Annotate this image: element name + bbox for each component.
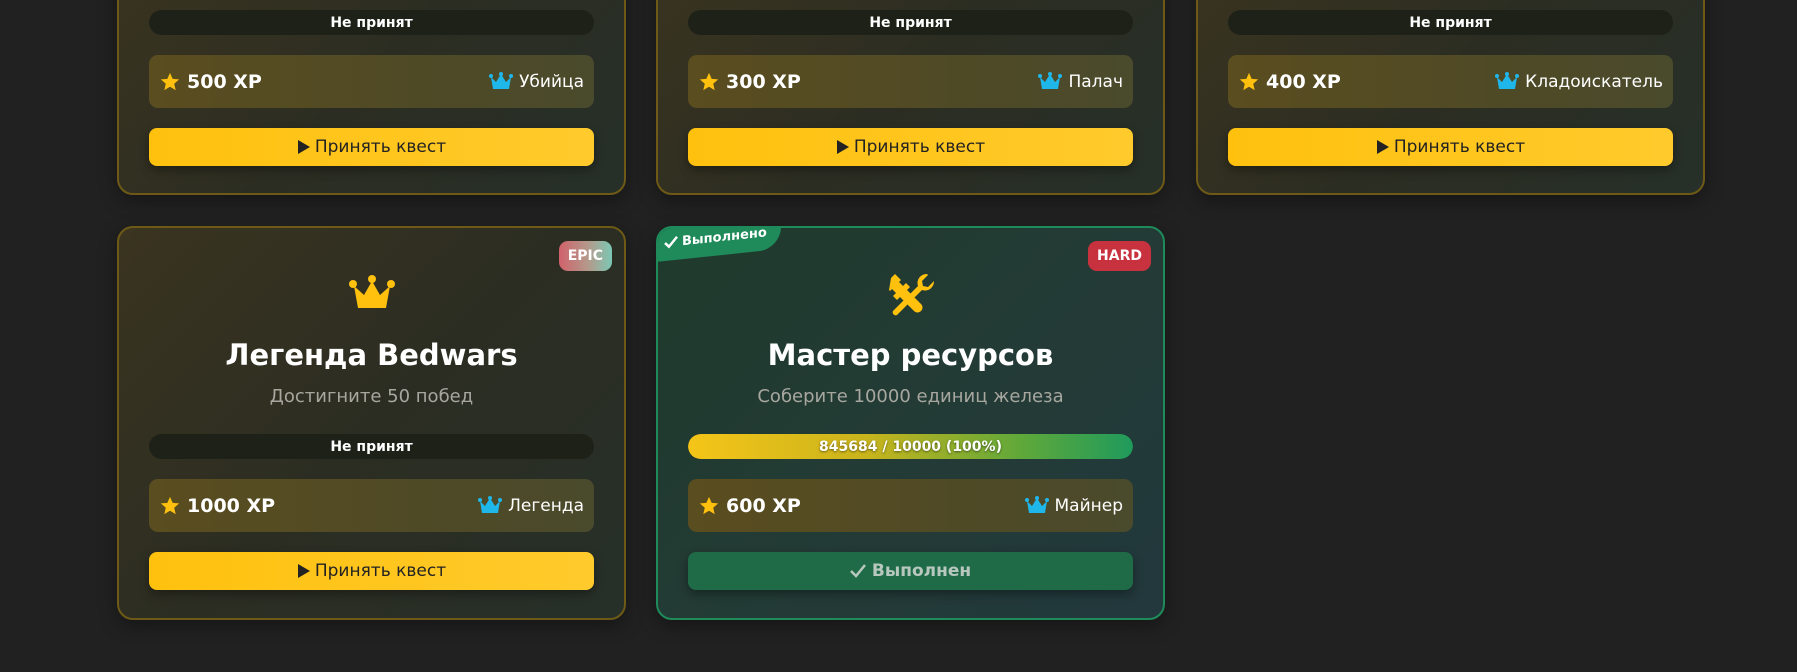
star-icon <box>699 72 719 90</box>
title-reward-label: Легенда <box>508 495 584 516</box>
reward-row: 400 XP Кладоискатель <box>1228 55 1673 108</box>
title-reward: Убийца <box>489 71 584 92</box>
crown-icon <box>348 275 395 308</box>
title-reward: Майнер <box>1024 495 1124 516</box>
title-reward: Палач <box>1038 71 1123 92</box>
completed-ribbon: Выполнено <box>658 226 781 262</box>
reward-row: 1000 XP Легенда <box>149 479 594 532</box>
xp-value: 600 XP <box>726 494 801 517</box>
xp-reward: 600 XP <box>698 495 801 517</box>
xp-reward: 500 XP <box>159 71 262 93</box>
quest-card-legend: EPIC Легенда Bedwars Достигните 50 побед… <box>117 226 626 620</box>
reward-row: 300 XP Палач <box>688 55 1133 108</box>
play-icon <box>1376 140 1389 154</box>
quest-card-1: Не принят 500 XP Убийца Принять квест <box>117 0 626 195</box>
quest-card-3: Не принят 400 XP Кладоискатель Принять к… <box>1196 0 1705 195</box>
xp-reward: 400 XP <box>1238 71 1341 93</box>
star-icon <box>160 496 180 514</box>
xp-reward: 1000 XP <box>159 495 275 517</box>
xp-value: 300 XP <box>726 70 801 93</box>
accept-quest-button[interactable]: Принять квест <box>1228 128 1673 166</box>
star-icon <box>1239 72 1259 90</box>
crown-icon <box>1024 495 1049 513</box>
xp-value: 400 XP <box>1266 70 1341 93</box>
difficulty-badge: EPIC <box>558 241 612 271</box>
title-reward: Легенда <box>478 495 584 516</box>
quest-title: Легенда Bedwars <box>225 338 518 372</box>
quest-card-master: Выполнено HARD Мастер ресурсов Соберите … <box>656 226 1165 620</box>
play-icon <box>836 140 849 154</box>
accept-quest-label: Принять квест <box>314 561 447 581</box>
play-icon <box>297 564 310 578</box>
check-icon <box>664 236 678 249</box>
quest-status: Не принят <box>149 10 594 35</box>
quest-description: Достигните 50 побед <box>269 386 474 407</box>
completed-ribbon-label: Выполнено <box>682 226 767 249</box>
xp-value: 500 XP <box>187 70 262 93</box>
reward-row: 500 XP Убийца <box>149 55 594 108</box>
difficulty-badge: HARD <box>1088 241 1151 271</box>
title-reward-label: Убийца <box>519 71 584 92</box>
xp-reward: 300 XP <box>698 71 801 93</box>
quest-status: Не принят <box>1228 10 1673 35</box>
title-reward-label: Палач <box>1068 71 1123 92</box>
xp-value: 1000 XP <box>187 494 276 517</box>
quest-card-2: Не принят 300 XP Палач Принять квест <box>656 0 1165 195</box>
star-icon <box>699 496 719 514</box>
accept-quest-button[interactable]: Принять квест <box>149 552 594 590</box>
quest-description: Соберите 10000 единиц железа <box>757 386 1064 407</box>
tools-icon <box>888 273 934 316</box>
play-icon <box>297 140 310 154</box>
quest-progress-bar: 845684 / 10000 (100%) <box>688 434 1133 459</box>
quest-status: Не принят <box>149 434 594 459</box>
crown-icon <box>1495 71 1520 89</box>
title-reward: Кладоискатель <box>1495 71 1663 92</box>
crown-icon <box>478 495 503 513</box>
completed-button-label: Выполнен <box>871 561 972 581</box>
check-icon <box>849 564 866 578</box>
title-reward-label: Кладоискатель <box>1525 71 1663 92</box>
reward-row: 600 XP Майнер <box>688 479 1133 532</box>
accept-quest-button[interactable]: Принять квест <box>149 128 594 166</box>
accept-quest-label: Принять квест <box>314 137 447 157</box>
star-icon <box>160 72 180 90</box>
accept-quest-label: Принять квест <box>1393 137 1526 157</box>
crown-icon <box>1038 71 1063 89</box>
completed-button[interactable]: Выполнен <box>688 552 1133 590</box>
progress-text: 845684 / 10000 (100%) <box>819 438 1002 455</box>
title-reward-label: Майнер <box>1054 495 1124 516</box>
crown-icon <box>489 71 514 89</box>
accept-quest-button[interactable]: Принять квест <box>688 128 1133 166</box>
quest-title: Мастер ресурсов <box>767 338 1054 372</box>
quest-status: Не принят <box>688 10 1133 35</box>
accept-quest-label: Принять квест <box>853 137 986 157</box>
